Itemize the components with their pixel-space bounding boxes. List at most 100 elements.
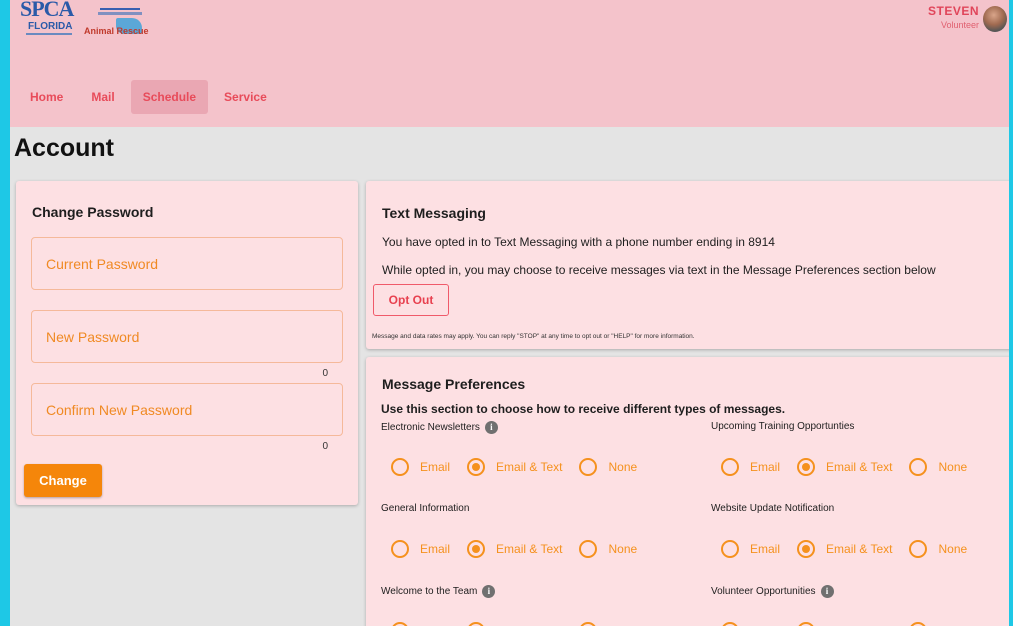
radio-option-label: Email & Text (826, 460, 893, 474)
pref-radio-group-welcome-to-the-team: Email Email & Text None (391, 622, 654, 626)
radio-button[interactable] (467, 622, 486, 626)
radio-option-label: Email & Text (496, 542, 563, 556)
user-role: Volunteer (940, 20, 979, 30)
pref-radio-group-volunteer-opportunities: Email Email & Text None (721, 622, 984, 626)
radio-option-email[interactable]: Email (721, 540, 780, 558)
pref-label-text: Upcoming Training Opportunties (711, 421, 855, 432)
radio-option-label: Email (750, 460, 781, 474)
spca-florida-logo[interactable]: SPCA FLORIDA (16, 0, 78, 40)
radio-button[interactable] (579, 622, 598, 626)
radio-option-label: None (938, 542, 968, 556)
pref-label-volunteer-opportunities: Volunteer Opportunities i (711, 585, 834, 598)
radio-button[interactable] (391, 622, 409, 626)
avatar[interactable] (983, 6, 1007, 32)
pref-radio-group-website-update-notification: Email Email & Text None (721, 540, 984, 558)
radio-button[interactable] (909, 458, 928, 476)
pref-label-electronic-newsletters: Electronic Newsletters i (381, 421, 498, 434)
pref-label-text: Website Update Notification (711, 503, 835, 514)
new-password-field[interactable]: New Password (31, 310, 343, 363)
radio-option-none[interactable]: None (579, 458, 637, 476)
radio-option-email[interactable]: Email (391, 622, 450, 626)
radio-option-label: Email & Text (826, 542, 893, 556)
partner-logo-header (100, 0, 140, 10)
radio-option-none[interactable]: None (579, 540, 637, 558)
radio-option-email-text[interactable]: Email & Text (797, 622, 892, 626)
radio-option-label: Email (750, 542, 781, 556)
radio-button[interactable] (797, 458, 816, 476)
page-title: Account (14, 134, 114, 162)
nav-item-mail[interactable]: Mail (79, 80, 126, 114)
radio-button[interactable] (467, 458, 486, 476)
confirm-password-char-count: 0 (322, 441, 328, 452)
radio-option-email[interactable]: Email (721, 622, 780, 626)
radio-button[interactable] (797, 540, 816, 558)
user-name: STEVEN (927, 4, 979, 18)
info-icon[interactable]: i (820, 585, 834, 598)
text-messaging-status: You have opted in to Text Messaging with… (382, 235, 775, 249)
pref-radio-group-general-information: Email Email & Text None (391, 540, 654, 558)
radio-option-none[interactable]: None (909, 622, 967, 626)
partner-logo-line (98, 12, 142, 15)
radio-option-label: None (608, 542, 638, 556)
pref-radio-group-upcoming-training-opportunties: Email Email & Text None (721, 458, 984, 476)
radio-button[interactable] (391, 458, 409, 476)
change-password-card: Change Password Current Password New Pas… (16, 181, 358, 505)
radio-option-email[interactable]: Email (721, 458, 780, 476)
nav-item-home[interactable]: Home (18, 80, 75, 114)
current-password-field[interactable]: Current Password (31, 237, 343, 290)
header: SPCA FLORIDA Animal Rescue STEVEN Volunt… (10, 0, 1009, 127)
pref-label-general-information: General Information (381, 503, 469, 514)
pref-label-text: Volunteer Opportunities (711, 586, 816, 597)
nav-item-schedule[interactable]: Schedule (130, 80, 209, 114)
change-password-title: Change Password (32, 204, 154, 220)
radio-button[interactable] (721, 540, 739, 558)
message-preferences-title: Message Preferences (382, 376, 526, 392)
radio-option-email-text[interactable]: Email & Text (467, 622, 562, 626)
radio-option-label: Email (420, 460, 451, 474)
radio-option-none[interactable]: None (909, 458, 967, 476)
partner-logo[interactable]: Animal Rescue (80, 0, 160, 44)
radio-button[interactable] (391, 540, 409, 558)
pref-label-upcoming-training-opportunties: Upcoming Training Opportunties (711, 421, 854, 432)
confirm-password-label: Confirm New Password (46, 402, 193, 418)
spca-logo-underline (26, 33, 72, 35)
radio-button[interactable] (909, 622, 928, 626)
spca-logo-region: FLORIDA (28, 21, 73, 32)
radio-option-email-text[interactable]: Email & Text (797, 458, 892, 476)
radio-option-email-text[interactable]: Email & Text (797, 540, 892, 558)
text-messaging-title: Text Messaging (382, 205, 486, 221)
radio-button[interactable] (467, 540, 486, 558)
opt-out-button[interactable]: Opt Out (373, 284, 449, 316)
user-menu[interactable]: STEVEN Volunteer (919, 0, 1009, 40)
text-messaging-fine-print: Message and data rates may apply. You ca… (372, 333, 695, 340)
nav-item-service[interactable]: Service (212, 80, 279, 114)
text-messaging-note: While opted in, you may choose to receiv… (382, 263, 936, 277)
text-messaging-card: Text Messaging You have opted in to Text… (366, 181, 1009, 349)
radio-option-email[interactable]: Email (391, 540, 450, 558)
radio-button[interactable] (579, 540, 598, 558)
pref-label-text: Electronic Newsletters (381, 422, 480, 433)
main-nav: Home Mail Schedule Service (18, 80, 279, 114)
radio-option-email-text[interactable]: Email & Text (467, 458, 562, 476)
radio-button[interactable] (579, 458, 598, 476)
confirm-password-field[interactable]: Confirm New Password (31, 383, 343, 436)
change-password-button[interactable]: Change (24, 464, 102, 497)
radio-button[interactable] (797, 622, 816, 626)
radio-button[interactable] (721, 458, 739, 476)
current-password-label: Current Password (46, 256, 159, 272)
message-preferences-subtitle: Use this section to choose how to receiv… (381, 402, 786, 416)
radio-option-email-text[interactable]: Email & Text (467, 540, 562, 558)
spca-logo-mark: SPCA (20, 0, 74, 21)
radio-button[interactable] (721, 622, 739, 626)
pref-label-text: Welcome to the Team (381, 586, 478, 597)
info-icon[interactable]: i (484, 421, 498, 434)
info-icon[interactable]: i (482, 585, 496, 598)
pref-label-website-update-notification: Website Update Notification (711, 503, 834, 514)
pref-label-text: General Information (381, 503, 470, 514)
new-password-char-count: 0 (322, 368, 328, 379)
radio-button[interactable] (909, 540, 928, 558)
radio-option-none[interactable]: None (909, 540, 967, 558)
message-preferences-card: Message Preferences Use this section to … (366, 357, 1009, 626)
radio-option-email[interactable]: Email (391, 458, 450, 476)
radio-option-none[interactable]: None (579, 622, 637, 626)
